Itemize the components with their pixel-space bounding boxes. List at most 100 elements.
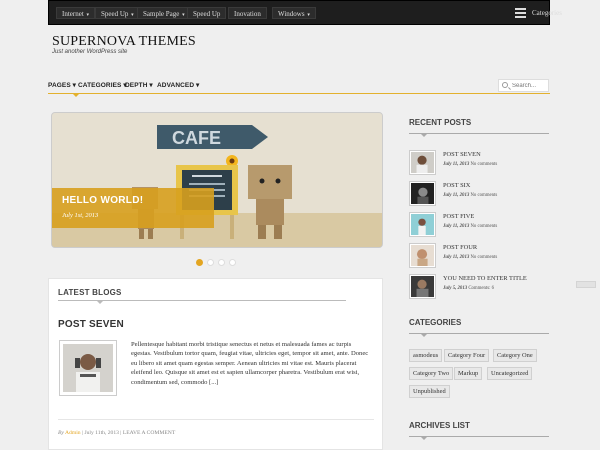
recent-post-item[interactable]: POST SIX July 11, 2013 No comments xyxy=(409,181,549,207)
recent-posts-title: RECENT POSTS xyxy=(409,118,472,127)
recent-post-item[interactable]: YOU NEED TO ENTER TITLE July 5, 2013 Com… xyxy=(409,274,549,300)
site-description: Just another WordPress site xyxy=(52,49,128,55)
category-tag[interactable]: Category One xyxy=(493,349,537,362)
featured-slider[interactable]: CAFE HELLO WORLD! July 1st, 2013 xyxy=(51,112,383,248)
categories-title: CATEGORIES xyxy=(409,318,462,327)
archives-title: ARCHIVES LIST xyxy=(409,421,470,430)
recent-post-meta: July 11, 2013 No comments xyxy=(443,255,497,260)
search-box[interactable] xyxy=(498,79,549,92)
post-title[interactable]: POST SEVEN xyxy=(58,319,124,330)
category-tag[interactable]: Category Four xyxy=(444,349,490,362)
nav-item-advanced[interactable]: ADVANCED ▾ xyxy=(157,81,199,89)
recent-post-title[interactable]: POST FOUR xyxy=(443,244,477,251)
main-nav: PAGES ▾ CATEGORIES ▾ DEPTH ▾ ADVANCED ▾ xyxy=(48,80,550,92)
post-meta-by: By xyxy=(58,430,64,436)
section-pointer xyxy=(96,300,104,304)
category-tag[interactable]: Category Two xyxy=(409,367,454,380)
post-thumbnail[interactable] xyxy=(59,340,117,396)
recent-post-date: July 11, 2013 xyxy=(443,193,470,198)
recent-post-date: July 11, 2013 xyxy=(443,224,470,229)
cafe-sign-text: CAFE xyxy=(172,128,221,148)
search-icon xyxy=(502,82,508,88)
recent-post-date: July 11, 2013 xyxy=(443,162,470,167)
post-excerpt: Pellentesque habitant morbi tristique se… xyxy=(131,341,369,386)
slide-caption[interactable]: HELLO WORLD! July 1st, 2013 xyxy=(52,188,214,228)
post-author-link[interactable]: Admin xyxy=(65,430,81,436)
top-menu-item-sample-page[interactable]: Sample Page ▾ xyxy=(137,7,191,19)
top-menu-item-windows[interactable]: Windows ▾ xyxy=(272,7,316,19)
recent-post-image xyxy=(411,152,434,173)
latest-blogs-box: LATEST BLOGS POST SEVEN Pellentesque hab… xyxy=(48,278,383,450)
top-menu-item-speed-up-2[interactable]: Speed Up xyxy=(187,7,227,19)
recent-post-thumbnail[interactable] xyxy=(409,243,436,268)
recent-post-meta: July 11, 2013 No comments xyxy=(443,193,497,198)
recent-post-title[interactable]: POST FIVE xyxy=(443,213,474,220)
slider-dot-2[interactable] xyxy=(207,259,214,266)
recent-post-image xyxy=(411,276,434,297)
slider-dot-4[interactable] xyxy=(229,259,236,266)
top-menu-label: Internet xyxy=(62,10,84,18)
recent-post-date: July 5, 2013 xyxy=(443,286,468,291)
top-menu-label: Sample Page xyxy=(143,10,180,18)
nav-item-categories[interactable]: CATEGORIES ▾ xyxy=(78,81,127,89)
post-thumbnail-image xyxy=(63,344,113,392)
top-menu-label: Windows xyxy=(278,10,305,18)
nav-item-pages[interactable]: PAGES ▾ xyxy=(48,81,76,89)
recent-post-meta: July 11, 2013 No comments xyxy=(443,162,497,167)
recent-post-image xyxy=(411,183,434,204)
categories-menu-label[interactable]: Categories xyxy=(532,7,562,19)
recent-post-item[interactable]: POST FIVE July 11, 2013 No comments xyxy=(409,212,549,238)
recent-post-image xyxy=(411,214,434,235)
top-menu-label: Speed Up xyxy=(193,10,221,18)
recent-post-meta: July 11, 2013 No comments xyxy=(443,224,497,229)
section-pointer xyxy=(420,436,428,440)
recent-post-title[interactable]: YOU NEED TO ENTER TITLE xyxy=(443,275,527,282)
cafe-sign: CAFE xyxy=(157,125,268,149)
recent-post-title[interactable]: POST SIX xyxy=(443,182,470,189)
recent-post-comments[interactable]: No comments xyxy=(470,255,497,260)
recent-post-date: July 11, 2013 xyxy=(443,255,470,260)
recent-post-comments[interactable]: No comments xyxy=(470,162,497,167)
section-pointer xyxy=(420,333,428,337)
section-divider xyxy=(409,436,549,437)
category-tag[interactable]: asmodeus xyxy=(409,349,443,362)
recent-post-thumbnail[interactable] xyxy=(409,274,436,299)
slide-caption-title[interactable]: HELLO WORLD! xyxy=(62,195,143,206)
recent-post-comments[interactable]: Comments: 6 xyxy=(468,286,494,291)
chevron-down-icon: ▾ xyxy=(86,13,90,18)
top-menu-item-inovation[interactable]: Inovation xyxy=(228,7,267,19)
recent-post-thumbnail[interactable] xyxy=(409,181,436,206)
search-input[interactable] xyxy=(512,81,548,91)
top-bar: Internet ▾ Speed Up ▾ Sample Page ▾ Spee… xyxy=(48,0,562,25)
section-divider xyxy=(409,133,549,134)
top-menu-item-internet[interactable]: Internet ▾ xyxy=(56,7,96,19)
recent-post-item[interactable]: POST SEVEN July 11, 2013 No comments xyxy=(409,150,549,176)
top-menu-label: Inovation xyxy=(234,10,261,18)
post-meta-rest[interactable]: | July 11th, 2013 | LEAVE A COMMENT xyxy=(81,430,175,436)
recent-post-thumbnail[interactable] xyxy=(409,150,436,175)
recent-post-meta: July 5, 2013 Comments: 6 xyxy=(443,286,494,291)
chevron-down-icon: ▾ xyxy=(307,13,310,18)
section-divider xyxy=(409,333,549,334)
recent-post-title[interactable]: POST SEVEN xyxy=(443,151,481,158)
nav-item-depth[interactable]: DEPTH ▾ xyxy=(125,81,153,89)
recent-post-comments[interactable]: No comments xyxy=(470,193,497,198)
recent-post-thumbnail[interactable] xyxy=(409,212,436,237)
slide-caption-date: July 1st, 2013 xyxy=(62,212,99,219)
recent-post-item[interactable]: POST FOUR July 11, 2013 No comments xyxy=(409,243,549,269)
post-meta: By Admin | July 11th, 2013 | LEAVE A COM… xyxy=(58,430,175,436)
category-tag[interactable]: Markup xyxy=(454,367,483,380)
side-scroll-tab[interactable] xyxy=(576,281,596,288)
category-tag[interactable]: Uncategorized xyxy=(487,367,533,380)
top-menu-label: Speed Up xyxy=(101,10,129,18)
slider-dot-3[interactable] xyxy=(218,259,225,266)
nav-underline xyxy=(48,93,550,94)
hamburger-icon[interactable] xyxy=(515,8,526,18)
category-tag[interactable]: Unpublished xyxy=(409,385,450,398)
post-divider xyxy=(58,419,374,420)
slider-dot-1[interactable] xyxy=(196,259,203,266)
site-title[interactable]: SUPERNOVA THEMES xyxy=(52,34,196,50)
top-menu-item-speed-up[interactable]: Speed Up ▾ xyxy=(95,7,140,19)
chevron-down-icon: ▾ xyxy=(182,13,185,18)
recent-post-comments[interactable]: No comments xyxy=(470,224,497,229)
